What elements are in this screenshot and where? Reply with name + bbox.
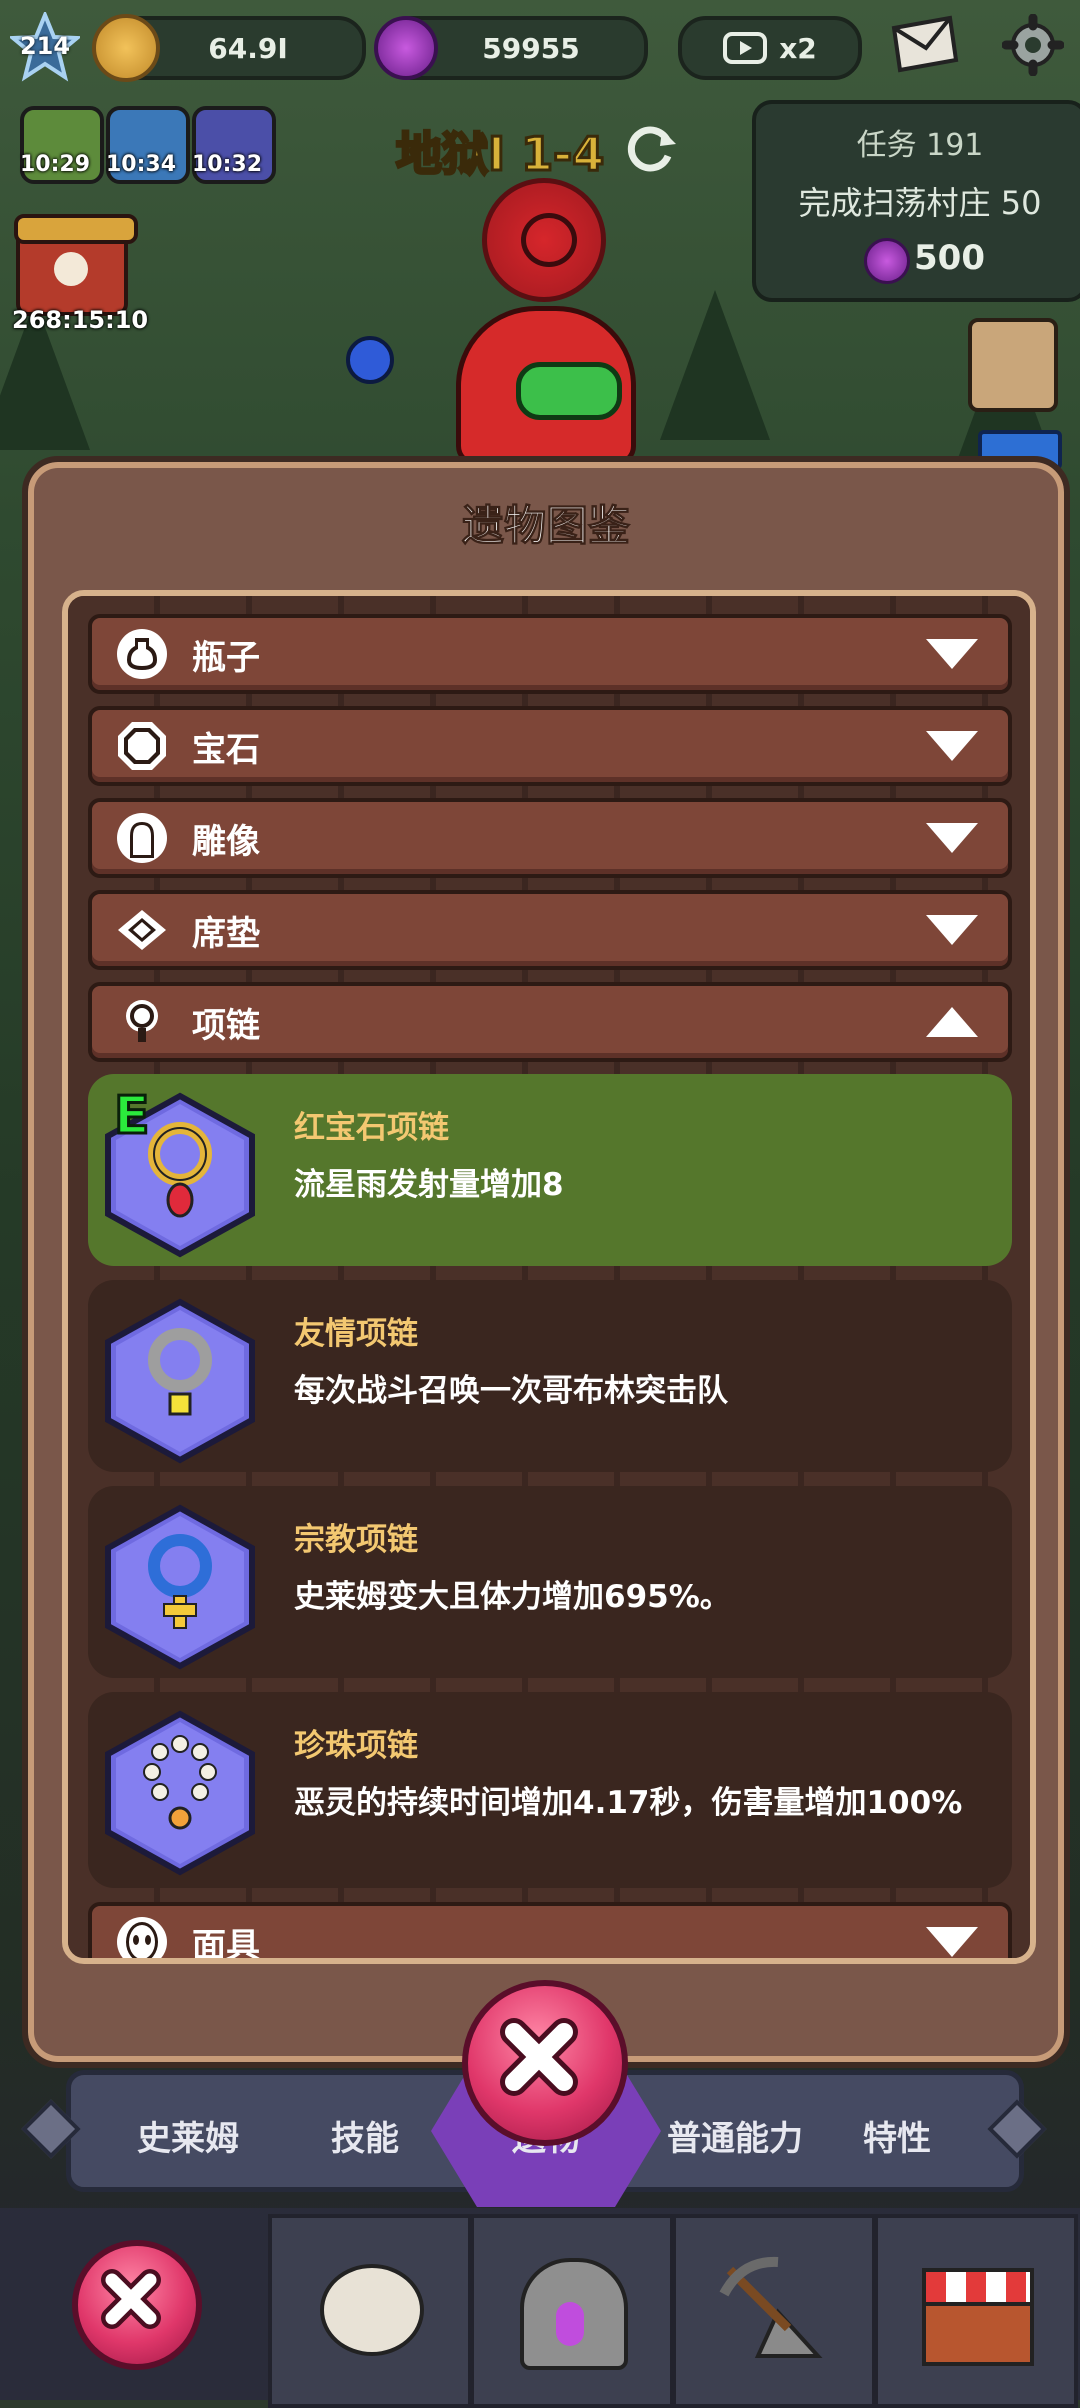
category-mat[interactable]: 席垫: [88, 890, 1012, 970]
chevron-down-icon: [926, 1927, 978, 1957]
stage-title: 地狱I 1-4: [394, 126, 605, 183]
relic-item-friendship-necklace[interactable]: 友情项链 每次战斗召唤一次哥布林突击队: [88, 1280, 1012, 1472]
scroll-quill-icon[interactable]: [968, 318, 1058, 412]
gold-value: 64.9I: [208, 31, 288, 65]
nav-shop[interactable]: [874, 2214, 1078, 2408]
gem-value: 59955: [482, 31, 580, 65]
refresh-button[interactable]: [622, 120, 678, 180]
quest-reward: 500: [914, 238, 985, 278]
gear-icon: [1001, 13, 1065, 77]
chevron-down-icon: [926, 915, 978, 945]
mask-icon: [117, 1917, 167, 1958]
mail-icon: [891, 15, 959, 73]
buff-timer: 10:32: [192, 152, 263, 177]
video-play-icon: [723, 32, 768, 64]
tree-decoration: [660, 290, 770, 440]
statue-icon: [117, 813, 167, 863]
gem-icon: [118, 722, 166, 770]
religion-necklace-icon: [105, 1504, 255, 1670]
relic-description: 史莱姆变大且体力增加695%。: [294, 1579, 731, 1615]
category-label: 雕像: [192, 821, 260, 862]
close-icon: [500, 2018, 578, 2096]
purple-gem-icon: [374, 16, 438, 80]
category-mask[interactable]: 面具: [88, 1902, 1012, 1964]
video-multiplier: x2: [779, 31, 817, 65]
bottle-icon: [117, 629, 167, 679]
category-label: 面具: [192, 1925, 260, 1964]
tab-skills[interactable]: 技能: [331, 2111, 399, 2160]
tab-traits[interactable]: 特性: [863, 2111, 931, 2160]
category-bottle[interactable]: 瓶子: [88, 614, 1012, 694]
relic-name: 友情项链: [294, 1316, 418, 1352]
shop-icon: [922, 2268, 1034, 2366]
pearl-necklace-icon: [105, 1710, 255, 1876]
close-menu-button[interactable]: [72, 2240, 202, 2370]
pickaxe-icon: [719, 2256, 823, 2358]
category-label: 瓶子: [192, 637, 260, 678]
friendship-necklace-icon: [105, 1298, 255, 1464]
relic-list-panel: 瓶子 宝石 雕像 席垫 项链 E 红宝石项链 流星雨发射量增加8 友情项链 每次…: [62, 590, 1036, 1964]
quest-title: 任务 191: [856, 128, 984, 163]
nav-chicken[interactable]: [268, 2214, 472, 2408]
relic-description: 每次战斗召唤一次哥布林突击队: [294, 1373, 728, 1409]
relic-item-religion-necklace[interactable]: 宗教项链 史莱姆变大且体力增加695%。: [88, 1486, 1012, 1678]
settings-button[interactable]: [1001, 13, 1065, 80]
relic-description: 恶灵的持续时间增加4.17秒，伤害量增加100%: [294, 1785, 963, 1821]
chevron-down-icon: [926, 639, 978, 669]
relic-item-ruby-necklace[interactable]: E 红宝石项链 流星雨发射量增加8: [88, 1074, 1012, 1266]
relic-name: 红宝石项链: [294, 1110, 449, 1146]
refresh-icon: [627, 126, 676, 172]
buff-timer: 10:34: [106, 152, 177, 177]
close-icon: [101, 2269, 161, 2329]
relic-description: 流星雨发射量增加8: [294, 1167, 564, 1203]
category-label: 项链: [192, 1005, 260, 1046]
buff-timer: 10:29: [20, 152, 91, 177]
category-label: 宝石: [192, 729, 260, 770]
relic-name: 宗教项链: [294, 1522, 418, 1558]
category-label: 席垫: [192, 913, 260, 954]
relic-codex-dialog: 遗物图鉴 瓶子 宝石 雕像 席垫 项链 E 红宝石项链 流星雨发射量增加8 友情…: [22, 456, 1070, 2068]
boss-skull-icon[interactable]: [482, 178, 606, 302]
event-chest-icon[interactable]: [14, 214, 138, 316]
nav-mining[interactable]: [672, 2214, 876, 2408]
mat-icon: [118, 910, 166, 950]
player-level-badge[interactable]: 214: [7, 9, 83, 82]
gold-coin-icon: [92, 14, 160, 82]
quest-panel[interactable]: 任务 191 完成扫荡村庄 50 500: [752, 100, 1080, 302]
mail-button[interactable]: [888, 14, 960, 78]
dungeon-portal-icon: [520, 2258, 628, 2370]
player-character: [346, 306, 636, 466]
chevron-down-icon: [926, 823, 978, 853]
quest-description: 完成扫荡村庄 50: [798, 184, 1042, 222]
purple-gem-icon: [864, 238, 910, 284]
player-level: 214: [19, 32, 71, 60]
event-timer: 268:15:10: [12, 306, 149, 334]
close-dialog-button[interactable]: [462, 1980, 628, 2146]
video-boost-button[interactable]: x2: [678, 16, 862, 80]
tab-slime[interactable]: 史莱姆: [137, 2111, 239, 2160]
category-necklace[interactable]: 项链: [88, 982, 1012, 1062]
category-gem[interactable]: 宝石: [88, 706, 1012, 786]
relic-item-pearl-necklace[interactable]: 珍珠项链 恶灵的持续时间增加4.17秒，伤害量增加100%: [88, 1692, 1012, 1888]
chicken-icon: [320, 2264, 424, 2356]
chevron-down-icon: [926, 731, 978, 761]
nav-dungeon[interactable]: [470, 2214, 674, 2408]
dialog-title: 遗物图鉴: [461, 501, 630, 551]
category-statue[interactable]: 雕像: [88, 798, 1012, 878]
relic-name: 珍珠项链: [294, 1728, 418, 1764]
equipped-badge: E: [113, 1085, 151, 1148]
chevron-up-icon: [926, 1007, 978, 1037]
tab-general-ability[interactable]: 普通能力: [667, 2111, 803, 2160]
necklace-icon: [126, 1000, 158, 1042]
